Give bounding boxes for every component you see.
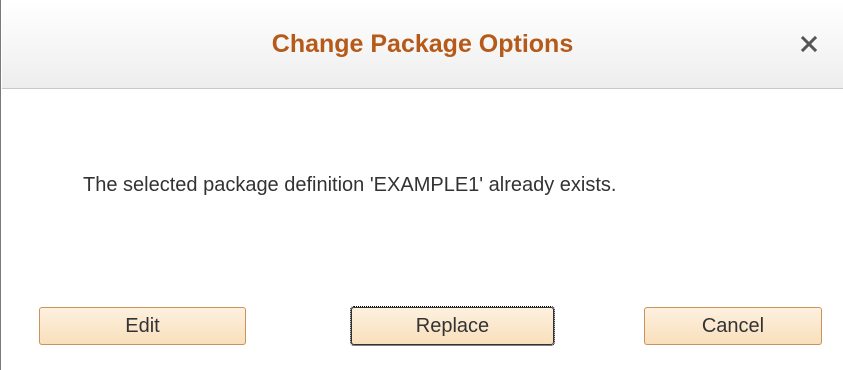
dialog-title-bar: Change Package Options xyxy=(2,0,843,89)
cancel-button[interactable]: Cancel xyxy=(644,307,822,345)
change-package-options-dialog: Change Package Options The selected pack… xyxy=(0,0,843,370)
close-icon[interactable] xyxy=(795,30,823,58)
replace-button[interactable]: Replace xyxy=(350,306,555,346)
dialog-title: Change Package Options xyxy=(271,30,574,58)
dialog-message: The selected package definition 'EXAMPLE… xyxy=(83,174,617,196)
edit-button[interactable]: Edit xyxy=(39,307,246,345)
